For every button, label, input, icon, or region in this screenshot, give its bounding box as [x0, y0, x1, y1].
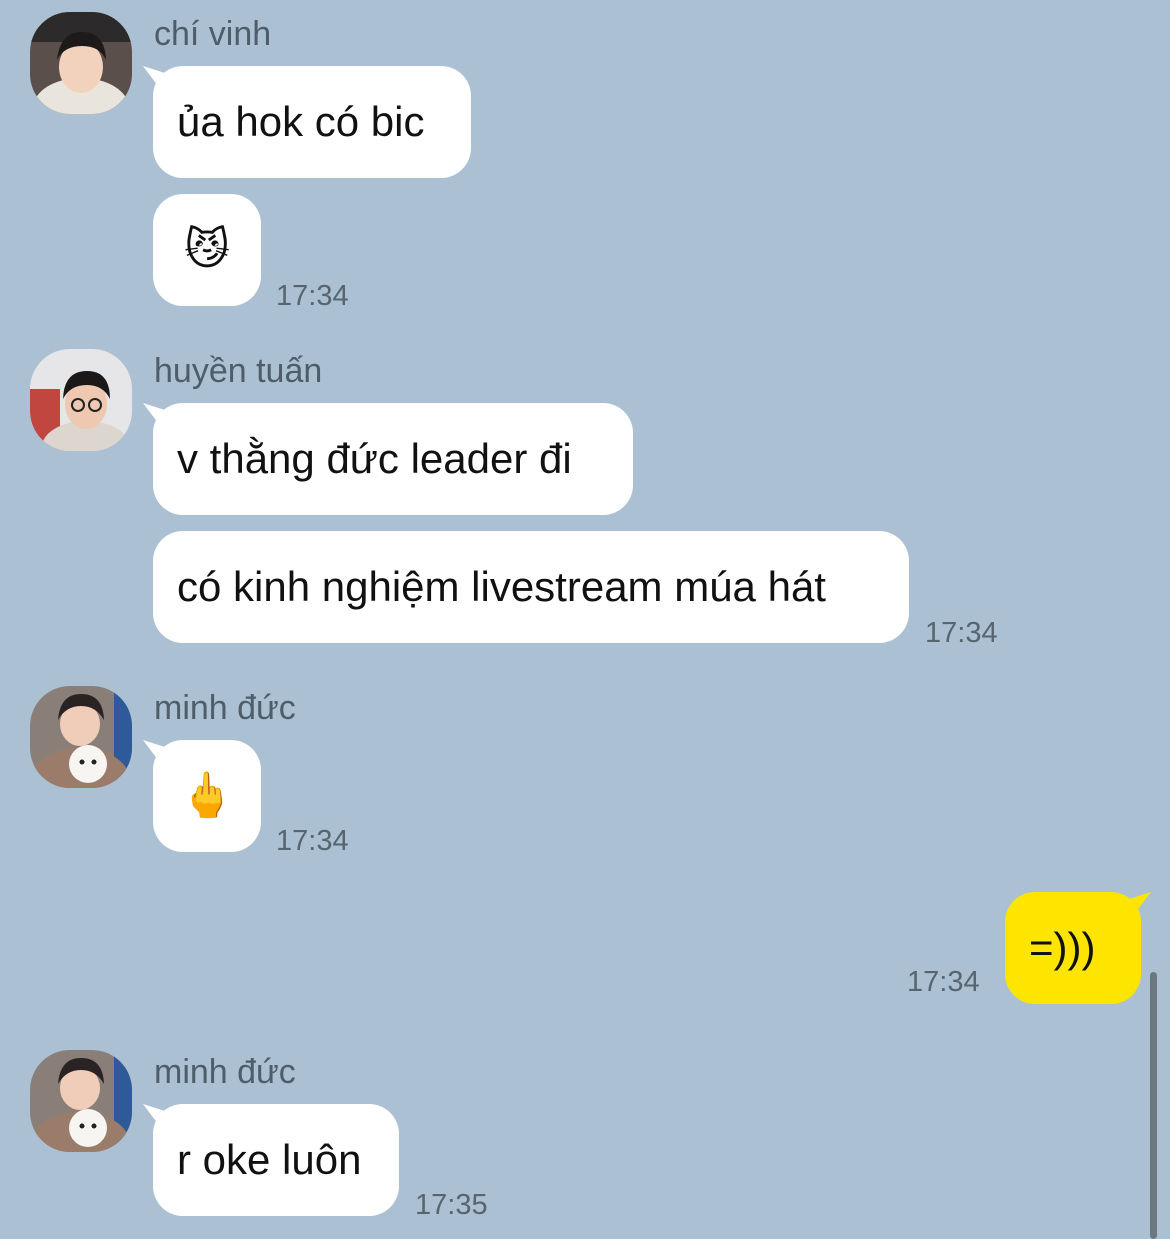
message-bubble[interactable]: ủa hok có bic	[153, 66, 471, 178]
message-timestamp: 17:34	[276, 280, 349, 312]
message-timestamp: 17:34	[276, 825, 349, 857]
avatar[interactable]	[30, 1050, 132, 1152]
sender-name: minh đức	[154, 1053, 296, 1091]
message-timestamp: 17:34	[907, 966, 980, 998]
avatar-image	[30, 349, 132, 451]
message-timestamp: 17:34	[925, 617, 998, 649]
avatar-image	[30, 12, 132, 114]
message-bubble[interactable]: r oke luôn	[153, 1104, 399, 1216]
middle-finger-emoji[interactable]: 🖕	[153, 740, 261, 852]
avatar[interactable]	[30, 686, 132, 788]
sender-name: huyền tuấn	[154, 352, 323, 390]
avatar-image	[30, 1050, 132, 1152]
sender-name: minh đức	[154, 689, 296, 727]
avatar[interactable]	[30, 349, 132, 451]
outgoing-message-bubble[interactable]: =)))	[1005, 892, 1141, 1004]
message-timestamp: 17:35	[415, 1189, 488, 1221]
message-bubble[interactable]: có kinh nghiệm livestream múa hát	[153, 531, 909, 643]
message-bubble[interactable]: v thằng đức leader đi	[153, 403, 633, 515]
sender-name: chí vinh	[154, 15, 272, 53]
avatar-image	[30, 686, 132, 788]
scrollbar[interactable]	[1150, 972, 1157, 1239]
avatar[interactable]	[30, 12, 132, 114]
smirking-cat-emoji[interactable]: 😼	[153, 194, 261, 306]
